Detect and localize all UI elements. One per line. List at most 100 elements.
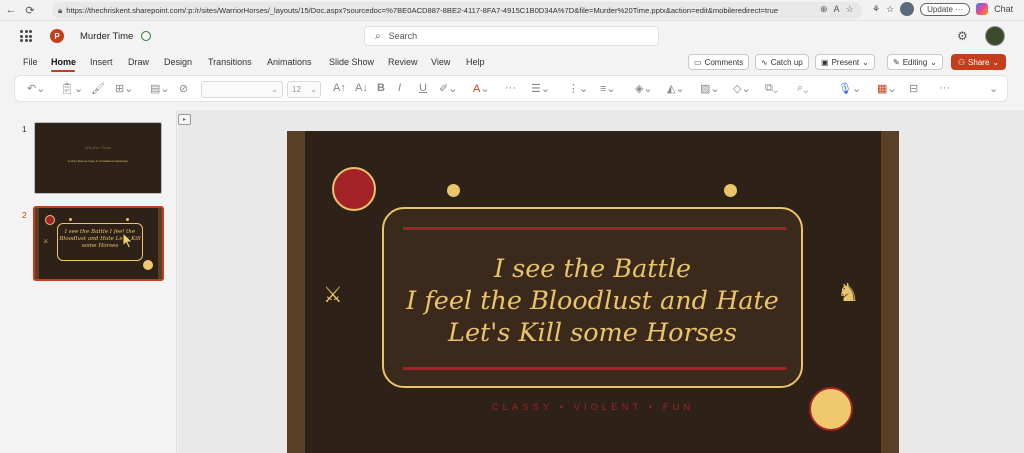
- gold-dot-decoration[interactable]: [447, 184, 460, 197]
- paste-icon[interactable]: 📋︎⌄: [60, 82, 83, 95]
- bold-icon[interactable]: B: [377, 82, 385, 94]
- tab-file[interactable]: File: [23, 57, 38, 67]
- red-circle-decoration[interactable]: [332, 167, 376, 211]
- outline-icon[interactable]: ◇⌄: [733, 82, 751, 95]
- catch-up-label: Catch up: [770, 57, 803, 67]
- slide-tagline[interactable]: CLASSY • VIOLENT • FUN: [287, 402, 899, 413]
- copilot-icon[interactable]: [976, 3, 989, 15]
- slide-thumbnail-1[interactable]: Murder Time a story that we hope is cons…: [34, 122, 162, 194]
- numbering-icon[interactable]: ⋮⌄: [568, 82, 588, 95]
- tab-design[interactable]: Design: [164, 57, 192, 67]
- read-aloud-icon[interactable]: A: [834, 4, 840, 15]
- new-slide-icon[interactable]: ⊞⌄: [115, 82, 133, 95]
- picture-icon[interactable]: ▨⌄: [700, 82, 720, 95]
- format-painter-icon[interactable]: 🖌︎: [91, 82, 105, 95]
- comments-label: Comments: [704, 57, 744, 67]
- url-text: https://thechriskent.sharepoint.com/:p:/…: [66, 6, 779, 15]
- powerpoint-logo-icon[interactable]: P: [50, 29, 64, 43]
- highlight-icon[interactable]: ✐⌄: [439, 82, 457, 95]
- undo-icon[interactable]: ↶⌄: [27, 82, 45, 95]
- more-font-icon[interactable]: ···: [505, 82, 516, 94]
- browser-right-controls: ⚘ ☆ Update ··· Chat: [872, 2, 1013, 16]
- shrink-font-icon[interactable]: A↓: [355, 82, 368, 94]
- current-slide[interactable]: ⚔ ♞ I see the Battle I feel the Bloodlus…: [287, 131, 899, 453]
- quote-line-3: Let's Kill some Horses: [448, 318, 737, 348]
- grow-font-icon[interactable]: A↑: [333, 82, 346, 94]
- tab-home[interactable]: Home: [51, 57, 76, 67]
- font-size-select[interactable]: 12 ⌄: [287, 81, 321, 98]
- document-title[interactable]: Murder Time: [80, 31, 133, 42]
- tab-transitions[interactable]: Transitions: [208, 57, 252, 67]
- back-icon[interactable]: ←: [3, 2, 19, 18]
- chat-label[interactable]: Chat: [994, 4, 1013, 14]
- designer-icon[interactable]: ▦⌄: [877, 82, 897, 95]
- zoom-icon[interactable]: ⊕: [820, 4, 828, 15]
- fill-icon[interactable]: ◭⌄: [667, 82, 685, 95]
- extensions-icon[interactable]: ⚘: [872, 4, 880, 15]
- search-placeholder: Search: [388, 31, 418, 41]
- gold-dot-decoration[interactable]: [724, 184, 737, 197]
- shapes-icon[interactable]: ◈⌄: [635, 82, 653, 95]
- tab-view[interactable]: View: [431, 57, 450, 67]
- tab-slide-show[interactable]: Slide Show: [329, 57, 374, 67]
- layout-icon[interactable]: ▤⌄: [150, 82, 170, 95]
- thumb-dot: [126, 218, 129, 221]
- notes-toggle-icon[interactable]: ▸: [178, 114, 191, 125]
- editing-mode-button[interactable]: ✎ Editing ⌄: [887, 54, 943, 70]
- comments-button[interactable]: ▭ Comments: [688, 54, 750, 70]
- search-input[interactable]: ⌕ Search: [364, 26, 659, 46]
- slide-thumbnails-pane: 1 Murder Time a story that we hope is co…: [0, 110, 177, 453]
- top-red-line: [403, 227, 786, 230]
- slide-number: 1: [22, 124, 27, 134]
- app-launcher-icon[interactable]: [20, 30, 32, 42]
- slide-thumbnail-2[interactable]: ⚔ I see the Battle I feel the Bloodlust …: [33, 206, 164, 281]
- tab-animations[interactable]: Animations: [267, 57, 312, 67]
- user-avatar[interactable]: [985, 26, 1005, 46]
- font-family-select[interactable]: ⌄: [201, 81, 283, 98]
- tab-insert[interactable]: Insert: [90, 57, 113, 67]
- favorites-bar-icon[interactable]: ☆: [886, 4, 894, 15]
- thumbnail-title: Murder Time: [84, 145, 112, 150]
- active-tab-indicator: [51, 70, 75, 72]
- reload-icon[interactable]: ⟳: [22, 2, 38, 18]
- quote-text-box[interactable]: I see the Battle I feel the Bloodlust an…: [382, 207, 803, 388]
- ribbon-expand-chevron-icon[interactable]: ⌄: [989, 82, 998, 95]
- arrange-icon[interactable]: ⧉⌄: [765, 82, 778, 95]
- update-button[interactable]: Update ···: [920, 2, 971, 16]
- share-button[interactable]: ⚇ Share ⌄: [951, 54, 1006, 70]
- address-bar-icons: ⊕ A ☆: [820, 4, 854, 15]
- favorite-icon[interactable]: ☆: [846, 4, 854, 15]
- share-people-icon: ⚇: [957, 57, 966, 67]
- italic-icon[interactable]: I: [398, 82, 401, 94]
- quote-text[interactable]: I see the Battle I feel the Bloodlust an…: [384, 253, 801, 349]
- lock-icon: 🔒︎: [58, 5, 63, 15]
- quote-line-2: I feel the Bloodlust and Hate: [406, 286, 779, 316]
- saved-status-icon[interactable]: [141, 31, 151, 41]
- chess-knight-icon[interactable]: ♞: [837, 278, 859, 308]
- align-icon[interactable]: ≡⌄: [600, 82, 616, 95]
- settings-gear-icon[interactable]: ⚙: [957, 29, 968, 43]
- mouse-cursor-icon: [122, 232, 134, 249]
- catch-up-button[interactable]: ∿ Catch up: [755, 54, 809, 70]
- bullets-icon[interactable]: ☰⌄: [531, 82, 550, 95]
- chevron-down-icon: ⌄: [862, 57, 869, 67]
- address-bar[interactable]: 🔒︎ https://thechriskent.sharepoint.com/:…: [52, 2, 862, 19]
- find-icon[interactable]: ⌕⌄: [797, 82, 808, 95]
- chevron-down-icon: ⌄: [930, 57, 937, 67]
- add-ins-icon[interactable]: ⊟: [909, 82, 918, 95]
- crossed-swords-icon[interactable]: ⚔: [323, 282, 343, 308]
- thumb-stripe: [35, 208, 39, 279]
- font-color-icon[interactable]: A⌄: [473, 82, 490, 95]
- pulse-icon: ∿: [761, 57, 768, 67]
- tab-help[interactable]: Help: [466, 57, 485, 67]
- tab-draw[interactable]: Draw: [128, 57, 149, 67]
- quote-line-1: I see the Battle: [493, 254, 692, 284]
- tab-review[interactable]: Review: [388, 57, 418, 67]
- profile-avatar[interactable]: [900, 2, 915, 16]
- update-label: Update: [927, 4, 953, 14]
- more-options-icon[interactable]: ···: [939, 82, 950, 94]
- dictate-icon[interactable]: 🎙︎⌄: [838, 82, 861, 95]
- underline-icon[interactable]: U: [419, 82, 427, 94]
- present-button[interactable]: ▣ Present ⌄: [815, 54, 875, 70]
- hide-slide-icon[interactable]: ⊘: [179, 82, 188, 95]
